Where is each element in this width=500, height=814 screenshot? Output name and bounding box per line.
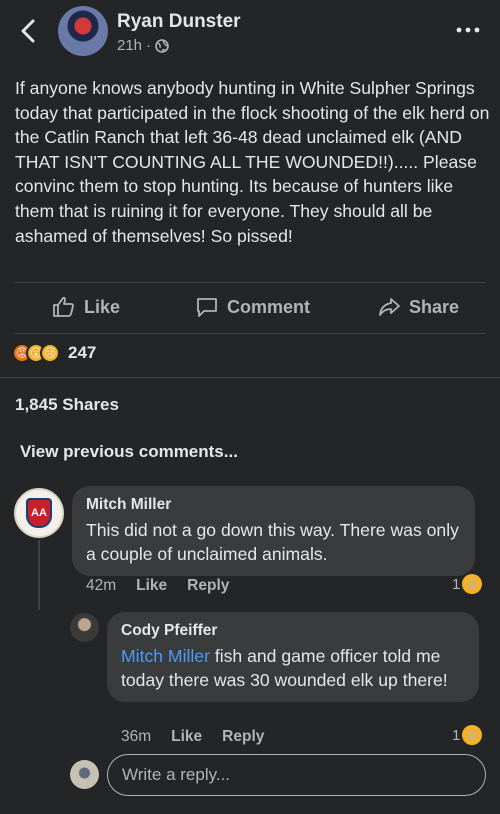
comment-reaction-count[interactable]: 1 😮 — [452, 574, 483, 594]
back-button[interactable] — [14, 16, 44, 46]
comment-bubble: Cody Pfeiffer Mitch Miller fish and game… — [107, 612, 479, 702]
globe-icon — [155, 38, 169, 53]
divider — [0, 377, 500, 378]
comment-bubble: Mitch Miller This did not a go down this… — [72, 486, 475, 576]
chevron-left-icon — [21, 19, 35, 43]
current-user-avatar — [70, 760, 99, 789]
commenter-avatar[interactable]: AA — [14, 488, 64, 538]
divider — [14, 282, 486, 283]
share-button[interactable]: Share — [377, 292, 459, 322]
sad-reaction-icon: 😢 — [462, 725, 483, 745]
commenter-name[interactable]: Cody Pfeiffer — [121, 622, 465, 640]
wow-reaction-icon: 😮 — [462, 574, 483, 594]
reaction-number: 1 — [452, 726, 461, 744]
comment-reaction-count[interactable]: 1 😢 — [452, 725, 483, 745]
comment-button[interactable]: Comment — [195, 292, 310, 322]
airborne-badge-icon: AA — [26, 498, 52, 528]
reaction-number: 1 — [452, 575, 461, 593]
comment-like-button[interactable]: Like — [136, 577, 167, 595]
comment-label: Comment — [227, 296, 311, 317]
comment-like-button[interactable]: Like — [171, 728, 202, 746]
mention-link[interactable]: Mitch Miller — [121, 646, 210, 666]
thread-line — [38, 540, 40, 610]
comment-text: This did not a go down this way. There w… — [86, 520, 459, 564]
author-avatar[interactable] — [58, 6, 108, 56]
view-previous-comments[interactable]: View previous comments... — [20, 442, 238, 462]
comment-text: Mitch Miller fish and game officer told … — [121, 644, 465, 692]
comment-reply-button[interactable]: Reply — [187, 577, 229, 595]
reply-placeholder: Write a reply... — [122, 765, 231, 784]
comment-time: 42m — [86, 577, 117, 594]
more-options-button[interactable] — [456, 22, 480, 33]
thumbs-up-icon — [53, 296, 74, 317]
meta-separator: · — [146, 37, 152, 54]
like-button[interactable]: Like — [52, 292, 120, 322]
reaction-count: 247 — [68, 343, 97, 362]
like-label: Like — [84, 296, 121, 317]
comment-icon — [197, 298, 217, 317]
share-label: Share — [409, 296, 460, 317]
post-text: If anyone knows anybody hunting in White… — [15, 78, 495, 246]
shares-count[interactable]: 1,845 Shares — [15, 395, 119, 415]
commenter-name[interactable]: Mitch Miller — [86, 496, 461, 514]
reactions-summary[interactable]: 😡 😮 😢 247 — [12, 343, 96, 363]
commenter-avatar[interactable] — [70, 613, 99, 642]
post-time[interactable]: 21h — [117, 37, 142, 54]
comment-actions: 42m Like Reply — [86, 577, 229, 595]
comment-time: 36m — [121, 728, 152, 745]
post-meta: 21h · — [117, 37, 169, 54]
divider — [14, 333, 486, 334]
share-icon — [379, 298, 400, 316]
author-name[interactable]: Ryan Dunster — [117, 11, 241, 33]
comment-actions: 36m Like Reply — [121, 728, 264, 746]
reply-input[interactable]: Write a reply... — [107, 754, 486, 796]
sad-reaction-icon: 😢 — [40, 343, 60, 363]
comment-reply-button[interactable]: Reply — [222, 728, 264, 746]
more-dots-icon — [456, 27, 480, 33]
